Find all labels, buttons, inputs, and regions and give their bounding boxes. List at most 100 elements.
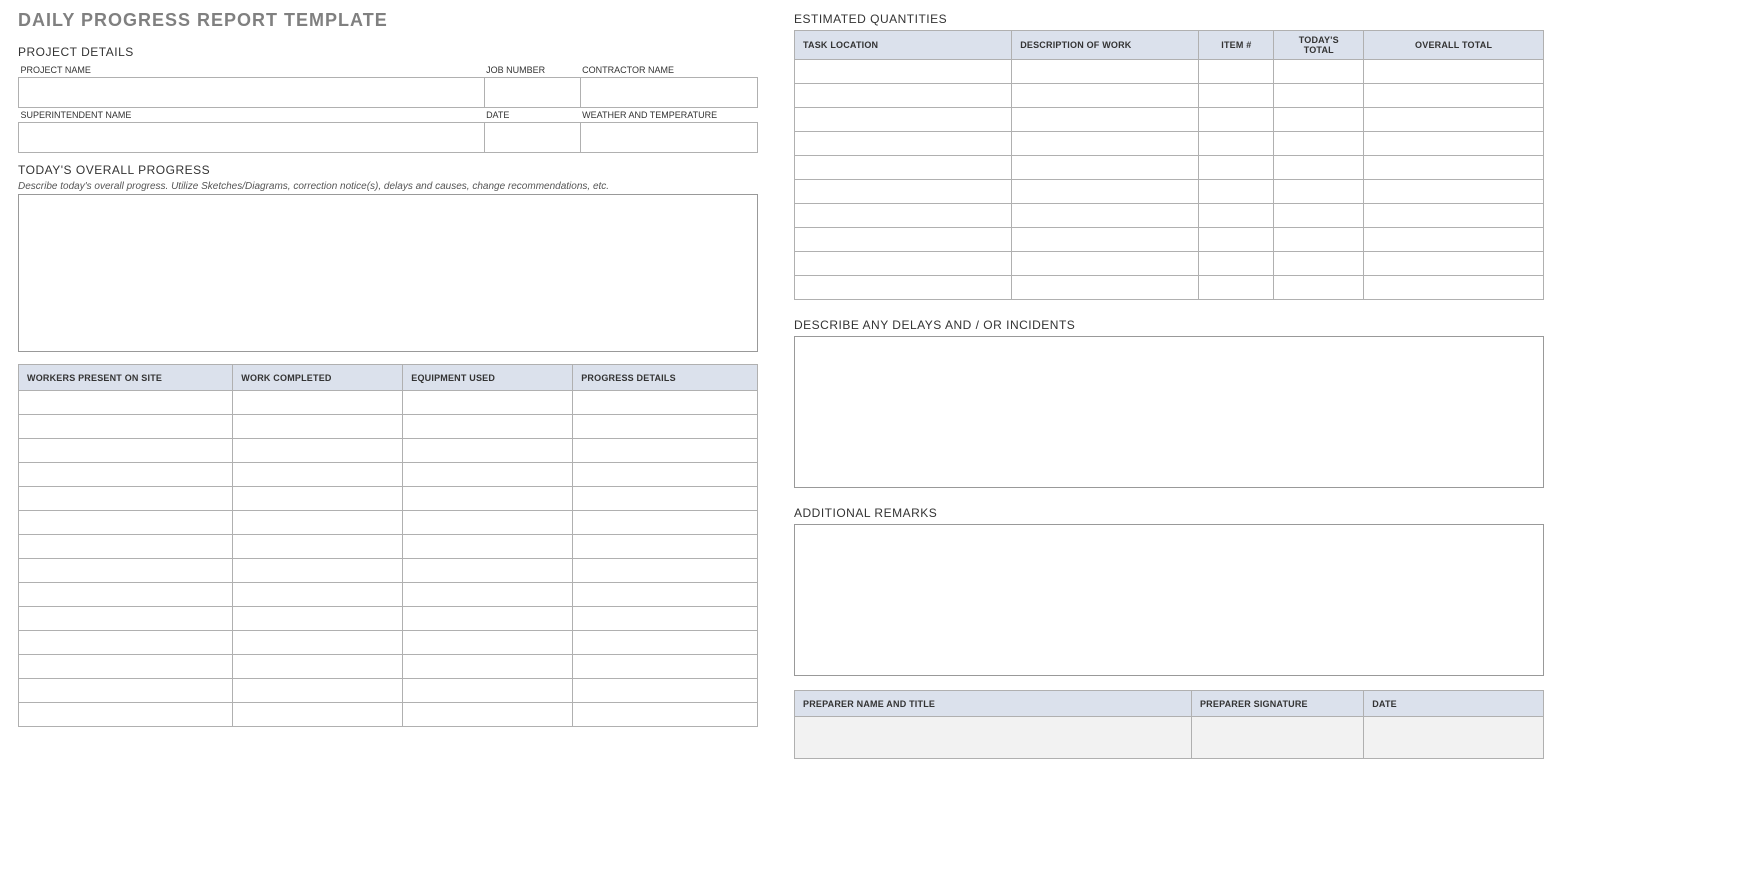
table-cell[interactable] <box>403 655 573 679</box>
field-superintendent-name[interactable] <box>19 123 485 153</box>
table-cell[interactable] <box>233 679 403 703</box>
table-cell[interactable] <box>795 204 1012 228</box>
table-cell[interactable] <box>1274 108 1364 132</box>
table-cell[interactable] <box>1364 108 1544 132</box>
table-cell[interactable] <box>233 463 403 487</box>
table-cell[interactable] <box>1274 180 1364 204</box>
table-cell[interactable] <box>19 439 233 463</box>
table-cell[interactable] <box>573 655 758 679</box>
table-cell[interactable] <box>1364 252 1544 276</box>
table-cell[interactable] <box>233 703 403 727</box>
table-cell[interactable] <box>233 439 403 463</box>
table-cell[interactable] <box>19 703 233 727</box>
table-cell[interactable] <box>1199 60 1274 84</box>
table-cell[interactable] <box>1012 228 1199 252</box>
table-cell[interactable] <box>573 487 758 511</box>
table-cell[interactable] <box>403 415 573 439</box>
table-cell[interactable] <box>19 487 233 511</box>
table-cell[interactable] <box>1199 228 1274 252</box>
table-cell[interactable] <box>403 679 573 703</box>
table-cell[interactable] <box>1012 204 1199 228</box>
table-cell[interactable] <box>1199 84 1274 108</box>
table-cell[interactable] <box>19 463 233 487</box>
table-cell[interactable] <box>795 180 1012 204</box>
table-cell[interactable] <box>1012 156 1199 180</box>
table-cell[interactable] <box>1364 204 1544 228</box>
table-cell[interactable] <box>1012 60 1199 84</box>
table-cell[interactable] <box>1364 180 1544 204</box>
table-cell[interactable] <box>233 559 403 583</box>
field-sig-date[interactable] <box>1364 717 1544 759</box>
table-cell[interactable] <box>1012 276 1199 300</box>
table-cell[interactable] <box>1364 60 1544 84</box>
table-cell[interactable] <box>1364 276 1544 300</box>
table-cell[interactable] <box>1274 204 1364 228</box>
table-cell[interactable] <box>19 391 233 415</box>
table-cell[interactable] <box>1274 156 1364 180</box>
table-cell[interactable] <box>573 559 758 583</box>
table-cell[interactable] <box>1364 156 1544 180</box>
table-cell[interactable] <box>403 439 573 463</box>
table-cell[interactable] <box>795 228 1012 252</box>
table-cell[interactable] <box>1274 276 1364 300</box>
table-cell[interactable] <box>573 439 758 463</box>
table-cell[interactable] <box>573 463 758 487</box>
table-cell[interactable] <box>795 84 1012 108</box>
table-cell[interactable] <box>19 607 233 631</box>
table-cell[interactable] <box>1199 204 1274 228</box>
table-cell[interactable] <box>19 631 233 655</box>
table-cell[interactable] <box>573 703 758 727</box>
table-cell[interactable] <box>403 391 573 415</box>
table-cell[interactable] <box>1274 60 1364 84</box>
table-cell[interactable] <box>403 631 573 655</box>
table-cell[interactable] <box>1199 132 1274 156</box>
table-cell[interactable] <box>795 60 1012 84</box>
table-cell[interactable] <box>1012 132 1199 156</box>
field-todays-progress[interactable] <box>18 194 758 352</box>
table-cell[interactable] <box>1274 228 1364 252</box>
table-cell[interactable] <box>403 559 573 583</box>
table-cell[interactable] <box>573 535 758 559</box>
table-cell[interactable] <box>233 535 403 559</box>
field-preparer-name[interactable] <box>795 717 1192 759</box>
table-cell[interactable] <box>403 703 573 727</box>
field-date[interactable] <box>484 123 580 153</box>
table-cell[interactable] <box>403 463 573 487</box>
table-cell[interactable] <box>19 415 233 439</box>
table-cell[interactable] <box>403 607 573 631</box>
table-cell[interactable] <box>573 391 758 415</box>
field-delays[interactable] <box>794 336 1544 488</box>
table-cell[interactable] <box>1012 108 1199 132</box>
table-cell[interactable] <box>233 415 403 439</box>
table-cell[interactable] <box>1274 132 1364 156</box>
field-remarks[interactable] <box>794 524 1544 676</box>
table-cell[interactable] <box>1274 252 1364 276</box>
table-cell[interactable] <box>233 391 403 415</box>
table-cell[interactable] <box>233 655 403 679</box>
table-cell[interactable] <box>1199 180 1274 204</box>
table-cell[interactable] <box>233 607 403 631</box>
field-preparer-signature[interactable] <box>1191 717 1363 759</box>
table-cell[interactable] <box>1012 180 1199 204</box>
table-cell[interactable] <box>795 108 1012 132</box>
table-cell[interactable] <box>573 631 758 655</box>
table-cell[interactable] <box>19 535 233 559</box>
table-cell[interactable] <box>403 511 573 535</box>
table-cell[interactable] <box>795 276 1012 300</box>
field-weather[interactable] <box>580 123 757 153</box>
table-cell[interactable] <box>19 583 233 607</box>
table-cell[interactable] <box>573 583 758 607</box>
table-cell[interactable] <box>1364 132 1544 156</box>
table-cell[interactable] <box>573 607 758 631</box>
table-cell[interactable] <box>1199 252 1274 276</box>
table-cell[interactable] <box>1199 156 1274 180</box>
table-cell[interactable] <box>1274 84 1364 108</box>
table-cell[interactable] <box>233 631 403 655</box>
table-cell[interactable] <box>573 415 758 439</box>
field-project-name[interactable] <box>19 78 485 108</box>
table-cell[interactable] <box>403 535 573 559</box>
table-cell[interactable] <box>573 511 758 535</box>
table-cell[interactable] <box>403 583 573 607</box>
table-cell[interactable] <box>19 655 233 679</box>
table-cell[interactable] <box>1364 228 1544 252</box>
